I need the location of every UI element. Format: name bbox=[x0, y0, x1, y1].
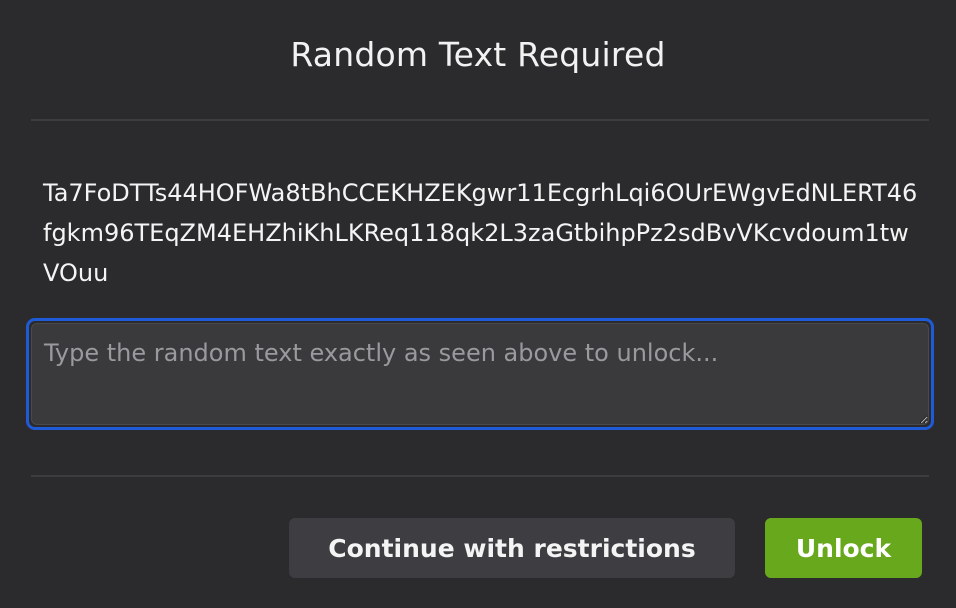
footer-divider bbox=[31, 475, 929, 477]
unlock-text-input[interactable] bbox=[31, 323, 929, 425]
unlock-input-focus-ring bbox=[26, 318, 934, 430]
dialog-title: Random Text Required bbox=[290, 35, 666, 74]
random-text-dialog: Random Text Required Ta7FoDTTs44HOFWa8tB… bbox=[0, 0, 956, 608]
continue-with-restrictions-button[interactable]: Continue with restrictions bbox=[289, 518, 735, 578]
unlock-button[interactable]: Unlock bbox=[765, 518, 922, 578]
random-text-challenge: Ta7FoDTTs44HOFWa8tBhCCEKHZEKgwr11EcgrhLq… bbox=[43, 179, 918, 287]
header-divider bbox=[31, 119, 929, 121]
